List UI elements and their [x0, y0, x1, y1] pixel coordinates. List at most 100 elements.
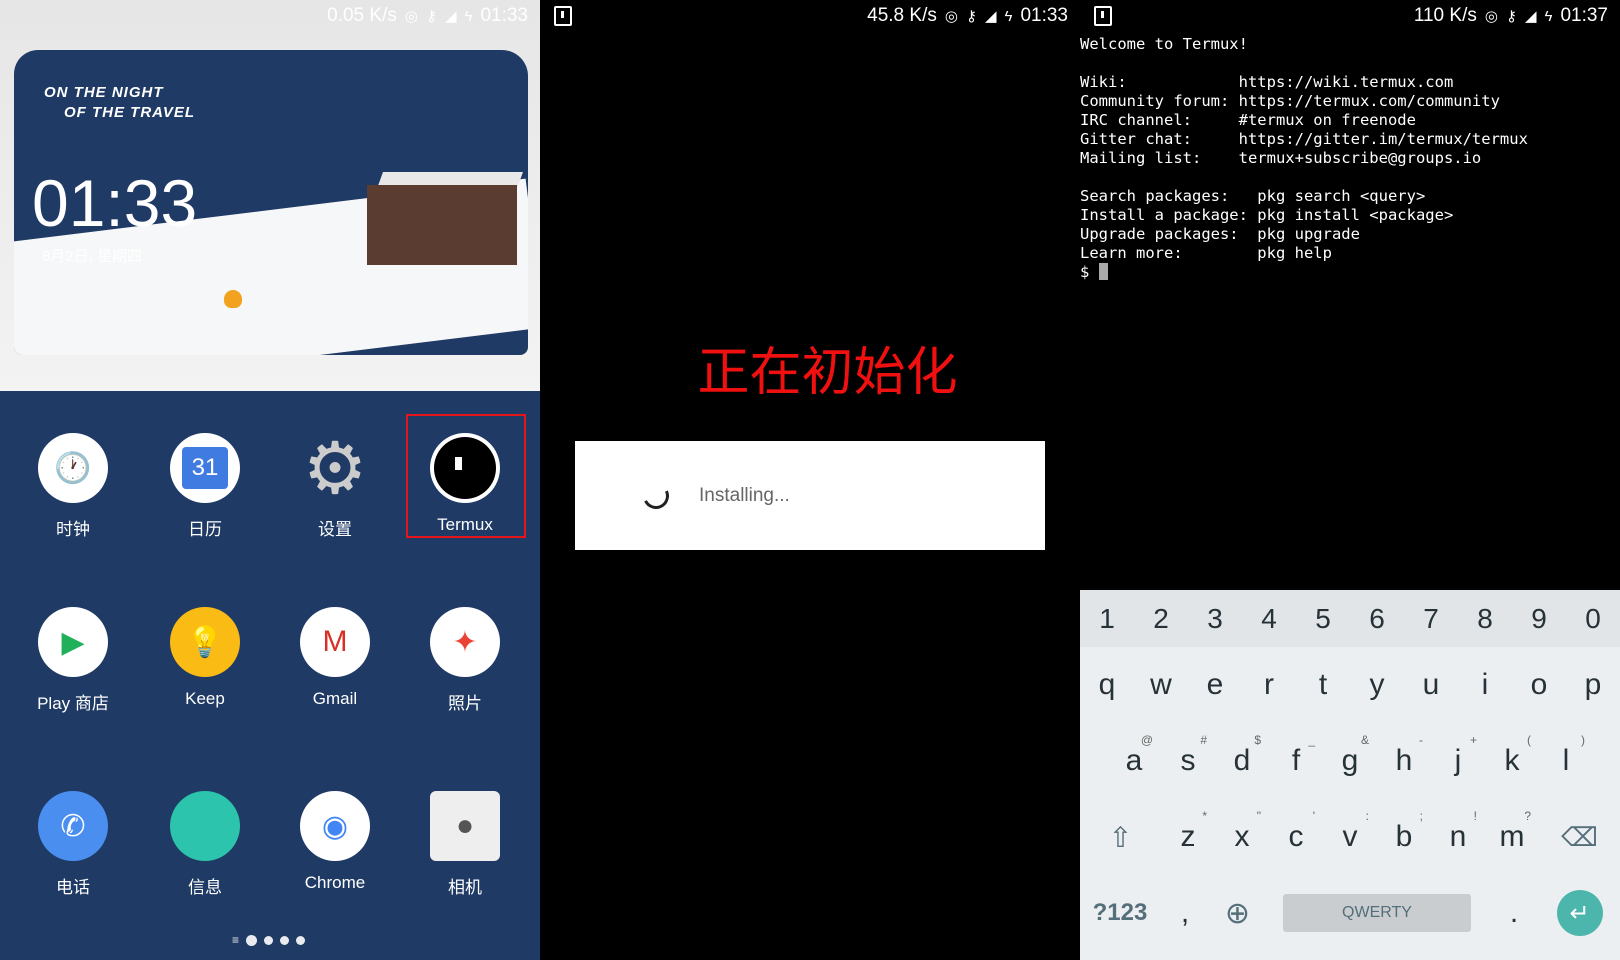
page-dot: [264, 935, 274, 945]
key-b[interactable]: b;: [1377, 799, 1431, 875]
app-play-store[interactable]: ▶ Play 商店: [13, 607, 133, 714]
key-hint: ?: [1524, 809, 1531, 823]
terminal-line: Learn more: pkg help: [1080, 244, 1332, 262]
key-x[interactable]: x ": [1215, 799, 1269, 875]
key-z[interactable]: z *: [1161, 799, 1215, 875]
key-i[interactable]: i: [1458, 647, 1512, 723]
key-label: v: [1342, 820, 1358, 853]
app-phone[interactable]: ✆ 电话: [13, 791, 133, 898]
app-calendar[interactable]: 31 日历: [145, 433, 265, 540]
page-indicator[interactable]: ≡: [232, 933, 306, 947]
key-l[interactable]: l): [1539, 723, 1593, 799]
key-n[interactable]: n!: [1431, 799, 1485, 875]
app-settings-gear[interactable]: ⚙ 设置: [275, 429, 395, 540]
key-y[interactable]: y: [1350, 647, 1404, 723]
network-speed: 45.8 K/s: [867, 5, 937, 26]
shift-key[interactable]: ⇧: [1080, 799, 1161, 875]
symbols-key[interactable]: ?123: [1080, 899, 1160, 927]
keep-icon: 💡: [170, 607, 240, 677]
key-hint: @: [1140, 733, 1153, 747]
termux-installing-screen: 45.8 K/s ◎ ⚷ ◢ ϟ 01:33 正在初始化 Installing.…: [540, 0, 1080, 960]
key-6[interactable]: 6: [1350, 590, 1404, 647]
keyboard-row-1: qwertyuiop: [1080, 647, 1620, 723]
house-illustration: [367, 185, 517, 265]
key-t[interactable]: t: [1296, 647, 1350, 723]
key-label: j: [1454, 744, 1462, 777]
key-1[interactable]: 1: [1080, 590, 1134, 647]
app-label: 设置: [318, 520, 352, 539]
key-5[interactable]: 5: [1296, 590, 1350, 647]
key-f[interactable]: f _: [1269, 723, 1323, 799]
key-9[interactable]: 9: [1512, 590, 1566, 647]
phone-icon: ✆: [38, 791, 108, 861]
status-bar: 0.05 K/s ◎ ⚷ ◢ ϟ 01:33: [0, 0, 540, 32]
key-j[interactable]: j +: [1431, 723, 1485, 799]
key-h[interactable]: h-: [1377, 723, 1431, 799]
key-hint: -: [1419, 733, 1423, 747]
key-w[interactable]: w: [1134, 647, 1188, 723]
shift-arrow-icon: ⇧: [1108, 821, 1133, 853]
key-7[interactable]: 7: [1404, 590, 1458, 647]
app-gmail[interactable]: M Gmail: [275, 607, 395, 709]
termux-terminal-screen: 110 K/s ◎ ⚷ ◢ ϟ 01:37 Welcome to Termux!…: [1080, 0, 1620, 960]
terminal-line: IRC channel: #termux on freenode: [1080, 111, 1416, 129]
language-key[interactable]: ⊕: [1210, 896, 1265, 931]
backspace-key[interactable]: ⌫: [1539, 799, 1620, 875]
termux-highlight-box: [406, 414, 526, 538]
backspace-icon: ⌫: [1561, 821, 1598, 852]
app-chrome[interactable]: ◉ Chrome: [275, 791, 395, 893]
app-keep[interactable]: 💡 Keep: [145, 607, 265, 709]
key-label: k: [1504, 744, 1520, 777]
terminal-output[interactable]: Welcome to Termux! Wiki: https://wiki.ter…: [1080, 35, 1528, 282]
key-label: 6: [1369, 602, 1385, 634]
enter-key[interactable]: ↵: [1539, 890, 1620, 936]
comma-key[interactable]: ,: [1160, 896, 1210, 930]
key-hint: :: [1365, 809, 1369, 823]
wallpaper-title-line2: OF THE TRAVEL: [64, 104, 196, 121]
key-8[interactable]: 8: [1458, 590, 1512, 647]
key-k[interactable]: k(: [1485, 723, 1539, 799]
key-d[interactable]: d $: [1215, 723, 1269, 799]
terminal-prompt[interactable]: $: [1080, 263, 1528, 282]
prompt-symbol: $: [1080, 263, 1099, 281]
terminal-line: Welcome to Termux!: [1080, 35, 1248, 53]
key-m[interactable]: m?: [1485, 799, 1539, 875]
camera-icon: ●: [430, 791, 500, 861]
key-2[interactable]: 2: [1134, 590, 1188, 647]
key-0[interactable]: 0: [1566, 590, 1620, 647]
key-o[interactable]: o: [1512, 647, 1566, 723]
period-key[interactable]: .: [1489, 896, 1539, 930]
hotspot-icon: ◎: [404, 8, 418, 25]
key-label: z: [1180, 820, 1196, 853]
key-a[interactable]: a @: [1107, 723, 1161, 799]
app-camera[interactable]: ● 相机: [405, 791, 525, 898]
photos-icon: ✦: [430, 607, 500, 677]
app-photos[interactable]: ✦ 照片: [405, 607, 525, 714]
enter-arrow-icon: ↵: [1556, 890, 1603, 936]
key-r[interactable]: r: [1242, 647, 1296, 723]
app-label: Gmail: [312, 689, 358, 708]
number-row: 1 2 3 4 5 6 7 8 9 0: [1080, 590, 1620, 647]
key-4[interactable]: 4: [1242, 590, 1296, 647]
key-c[interactable]: c ': [1269, 799, 1323, 875]
space-bar[interactable]: QWERTY: [1283, 894, 1471, 932]
key-3[interactable]: 3: [1188, 590, 1242, 647]
key-p[interactable]: p: [1566, 647, 1620, 723]
key-e[interactable]: e: [1188, 647, 1242, 723]
app-label: 时钟: [56, 520, 90, 539]
app-clock[interactable]: 🕐 时钟: [13, 433, 133, 540]
key-u[interactable]: u: [1404, 647, 1458, 723]
gmail-icon: M: [300, 607, 370, 677]
key-v[interactable]: v:: [1323, 799, 1377, 875]
terminal-line: Gitter chat: https://gitter.im/termux/te…: [1080, 130, 1528, 148]
key-s[interactable]: s #: [1161, 723, 1215, 799]
terminal-line: Mailing list: termux+subscribe@groups.io: [1080, 149, 1482, 167]
key-q[interactable]: q: [1080, 647, 1134, 723]
installing-dialog: Installing...: [575, 441, 1045, 550]
key-label: h: [1395, 744, 1413, 777]
app-messages[interactable]: 信息: [145, 791, 265, 898]
wallpaper-title-line1: ON THE NIGHT: [44, 84, 164, 101]
clock-time[interactable]: 01:33: [32, 165, 197, 241]
key-g[interactable]: g &: [1323, 723, 1377, 799]
